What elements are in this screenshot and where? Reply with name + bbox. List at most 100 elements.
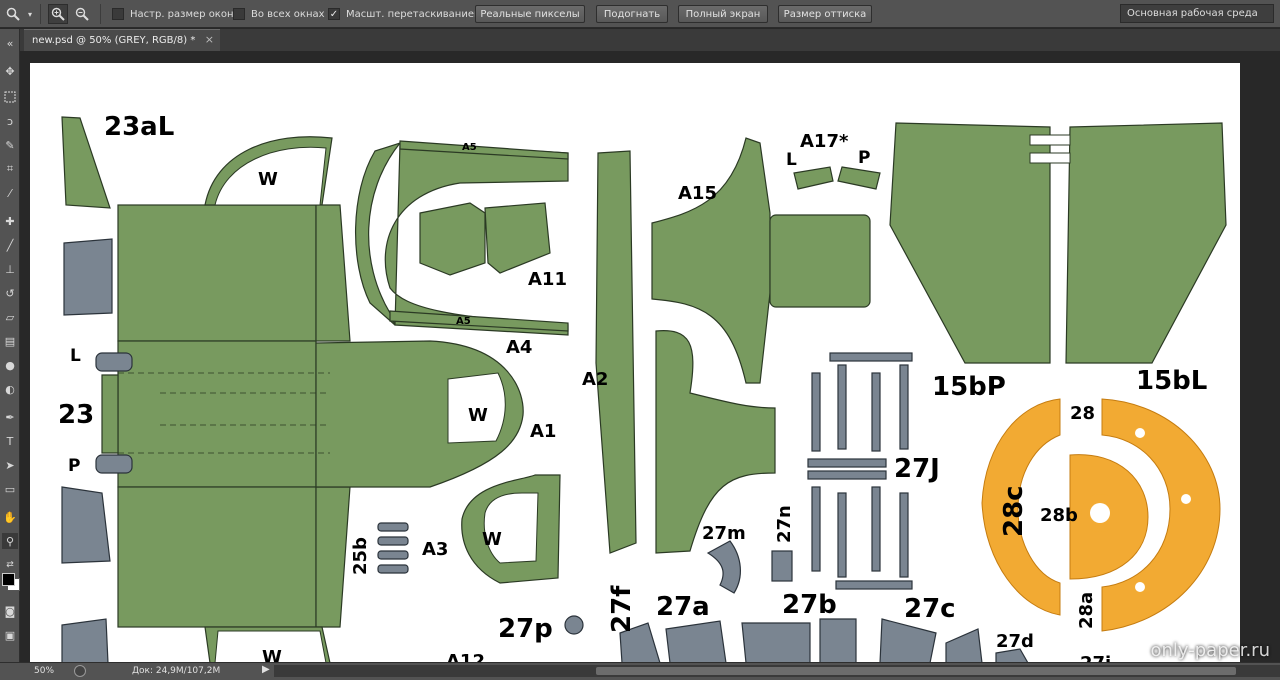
hand-tool-icon[interactable]: ✋: [2, 509, 18, 525]
label-28a: 28a: [1076, 592, 1097, 629]
move-tool-icon[interactable]: ✥: [2, 63, 18, 79]
label-28c: 28c: [999, 485, 1029, 537]
separator: [100, 4, 101, 24]
swap-colors-icon[interactable]: ⇄: [2, 557, 18, 573]
status-bar: 50% Док: 24,9M/107,2M ▶: [0, 662, 1280, 680]
label-27d: 27d: [996, 631, 1034, 652]
checkmark-icon: ✓: [328, 8, 340, 20]
part-27J-strut: [871, 486, 881, 572]
label-A1: A1: [530, 421, 556, 442]
all-windows-checkbox[interactable]: Во всех окнах: [233, 6, 325, 22]
scrubby-zoom-checkbox[interactable]: ✓ Масшт. перетаскиванием: [328, 6, 482, 22]
label-15bL: 15bL: [1136, 366, 1207, 396]
screen-mode-icon[interactable]: ▣: [2, 627, 18, 643]
label-27J: 27J: [894, 454, 940, 484]
part-25b: [377, 564, 409, 574]
part-A17-L: [793, 166, 834, 190]
part-23-upper-flap: [315, 204, 351, 342]
part-A11-seat-right: [484, 202, 551, 274]
part-27a-shape: [665, 620, 727, 662]
checkbox-unchecked-icon: [112, 8, 124, 20]
zoom-level[interactable]: 50%: [34, 666, 54, 676]
part-23-handle-L: [95, 352, 133, 372]
close-tab-icon[interactable]: ×: [205, 33, 214, 46]
quick-select-tool-icon[interactable]: ✎: [2, 137, 18, 153]
scrollbar-thumb[interactable]: [596, 667, 1236, 675]
label-27m: 27m: [702, 523, 746, 544]
lasso-tool-icon[interactable]: ↄ: [2, 113, 18, 129]
part-grey-bottom: [61, 618, 109, 662]
history-brush-tool-icon[interactable]: ↺: [2, 285, 18, 301]
part-27p: [564, 615, 584, 635]
path-select-tool-icon[interactable]: ➤: [2, 457, 18, 473]
label-A11: A11: [528, 269, 567, 290]
label-A5-bottom: A5: [456, 316, 471, 327]
resize-windows-checkbox[interactable]: Настр. размер окон: [112, 6, 234, 22]
part-23aL-grey-upper: [63, 238, 113, 316]
eyedropper-tool-icon[interactable]: ⁄: [2, 185, 18, 201]
part-A11-seat-left: [419, 202, 486, 276]
workspace-select[interactable]: Основная рабочая среда: [1120, 4, 1274, 23]
actual-pixels-button[interactable]: Реальные пикселы: [475, 5, 585, 23]
part-23-grey-lower: [61, 486, 111, 564]
checkbox-unchecked-icon: [233, 8, 245, 20]
part-15bL: [1065, 122, 1227, 364]
label-L: L: [70, 346, 81, 366]
document-canvas[interactable]: 23aL 23 L P W W W W A5 A5 A11 A4 A1 A3 2…: [30, 63, 1240, 662]
part-A17-P: [837, 166, 881, 190]
blur-tool-icon[interactable]: ●: [2, 357, 18, 373]
shape-tool-icon[interactable]: ▭: [2, 481, 18, 497]
label-W-bottom: W: [262, 647, 282, 662]
label-W-A1: W: [468, 405, 488, 426]
healing-brush-tool-icon[interactable]: ✚: [2, 213, 18, 229]
tool-preset-dropdown-icon[interactable]: ▾: [25, 4, 35, 24]
document-size-info: Док: 24,9M/107,2M: [132, 666, 221, 676]
part-27J-strut: [837, 364, 847, 450]
part-23-lower-flap: [315, 486, 351, 628]
fill-screen-button[interactable]: Полный экран: [678, 5, 768, 23]
part-27J-top-bar: [829, 352, 913, 362]
label-27a: 27a: [656, 592, 710, 622]
separator: [40, 4, 41, 24]
horizontal-scrollbar[interactable]: [274, 665, 1280, 677]
label-A3: A3: [422, 539, 448, 560]
zoom-tool-icon[interactable]: [4, 4, 22, 24]
label-28: 28: [1070, 403, 1095, 424]
marquee-tool-icon[interactable]: [2, 89, 18, 105]
slot-15b: [1029, 134, 1071, 146]
zoom-in-icon[interactable]: [48, 4, 68, 24]
eraser-tool-icon[interactable]: ▱: [2, 309, 18, 325]
document-status-icon[interactable]: [74, 665, 86, 677]
part-A15-wing: [769, 214, 871, 308]
fit-screen-button[interactable]: Подогнать: [596, 5, 668, 23]
part-27b-shape-2: [819, 618, 857, 662]
collapse-panel-icon[interactable]: «: [2, 35, 18, 51]
zoom-out-icon[interactable]: [72, 4, 92, 24]
label-23aL: 23aL: [104, 112, 174, 142]
part-27J-strut: [811, 372, 821, 452]
part-27J-mid-bar-2: [807, 470, 887, 480]
quick-mask-icon[interactable]: ◙: [2, 603, 18, 619]
crop-tool-icon[interactable]: ⌗: [2, 161, 18, 177]
type-tool-icon[interactable]: T: [2, 433, 18, 449]
zoom-tool-icon[interactable]: ⚲: [2, 533, 18, 549]
watermark: only-paper.ru: [1150, 640, 1271, 661]
label-A15: A15: [678, 183, 717, 204]
dodge-tool-icon[interactable]: ◐: [2, 381, 18, 397]
document-tab[interactable]: new.psd @ 50% (GREY, RGB/8) * ×: [24, 29, 220, 51]
part-23aL-strip: [61, 116, 111, 209]
brush-tool-icon[interactable]: ╱: [2, 237, 18, 253]
part-27c-shape: [879, 618, 937, 662]
document-tab-bar: new.psd @ 50% (GREY, RGB/8) * ×: [20, 29, 1280, 51]
canvas-area[interactable]: 23aL 23 L P W W W W A5 A5 A11 A4 A1 A3 2…: [20, 51, 1280, 662]
clone-stamp-tool-icon[interactable]: ⊥: [2, 261, 18, 277]
part-27n: [771, 550, 793, 582]
gradient-tool-icon[interactable]: ▤: [2, 333, 18, 349]
print-size-button[interactable]: Размер оттиска: [778, 5, 872, 23]
part-27J-strut: [837, 492, 847, 578]
pen-tool-icon[interactable]: ✒: [2, 409, 18, 425]
part-23-middle-panel: [117, 340, 317, 488]
status-menu-arrow-icon[interactable]: ▶: [262, 664, 270, 675]
label-28b: 28b: [1040, 505, 1078, 526]
foreground-color-swatch[interactable]: [2, 573, 15, 586]
